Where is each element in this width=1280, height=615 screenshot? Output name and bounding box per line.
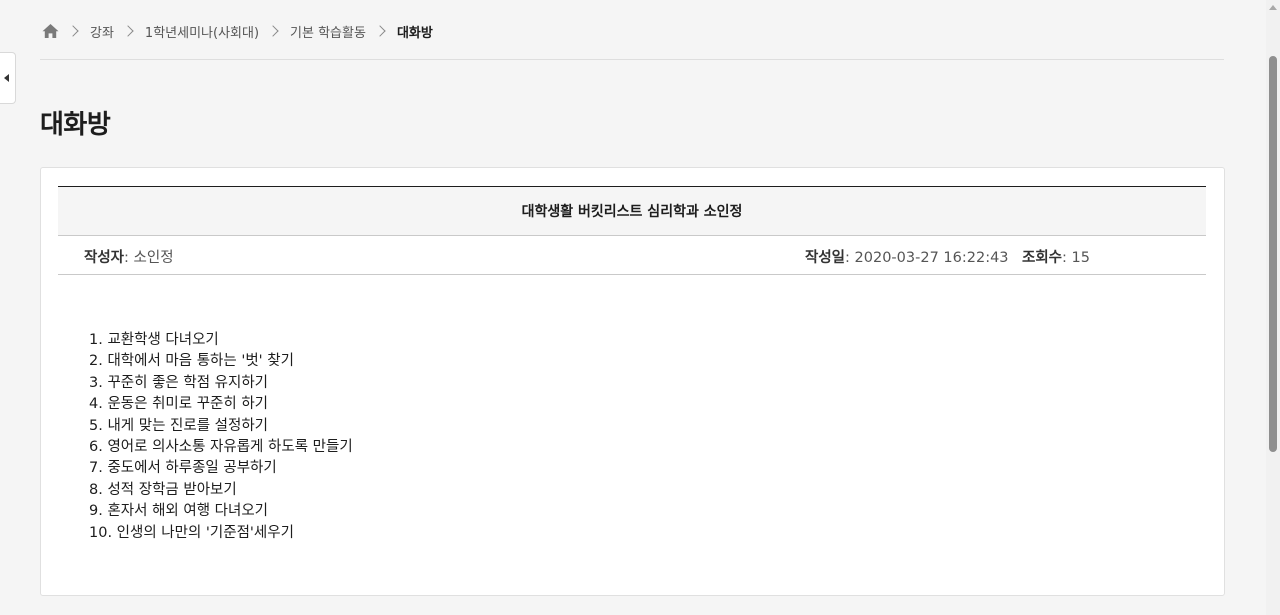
post-header: 대학생활 버킷리스트 심리학과 소인정	[58, 186, 1206, 236]
list-item: 9. 혼자서 해외 여행 다녀오기	[89, 503, 269, 520]
list-item: 4. 운동은 취미로 꾸준히 하기	[89, 396, 269, 413]
post-title: 대학생활 버킷리스트 심리학과 소인정	[521, 204, 743, 220]
chevron-right-icon	[122, 25, 134, 37]
breadcrumb-link-course[interactable]: 강좌	[90, 22, 114, 41]
chevron-left-icon	[4, 74, 9, 82]
post-body: 1. 교환학생 다녀오기 2. 대학에서 마음 통하는 '벗' 찾기 3. 꾸준…	[89, 330, 353, 544]
page: 강좌 1학년세미나(사회대) 기본 학습활동 대화방 대화방 대학생활 버킷리스…	[0, 0, 1280, 615]
chevron-right-icon	[67, 25, 79, 37]
vertical-scrollbar[interactable]	[1266, 0, 1280, 615]
list-item: 3. 꾸준히 좋은 학점 유지하기	[89, 374, 269, 391]
home-icon[interactable]	[42, 23, 59, 39]
header-divider	[40, 59, 1224, 60]
list-item: 5. 내게 맞는 진로를 설정하기	[89, 417, 269, 434]
post-card: 대학생활 버킷리스트 심리학과 소인정 작성자: 소인정 작성일: 2020-0…	[40, 167, 1225, 596]
date-value: 2020-03-27 16:22:43	[854, 250, 1009, 266]
author-label: 작성자	[84, 250, 125, 266]
list-item: 7. 중도에서 하루종일 공부하기	[89, 460, 277, 477]
date-label: 작성일	[805, 250, 846, 266]
list-item: 8. 성적 장학금 받아보기	[89, 481, 237, 498]
drawer-toggle-button[interactable]	[0, 52, 16, 104]
breadcrumb-link-activities[interactable]: 기본 학습활동	[290, 22, 366, 41]
chevron-right-icon	[267, 25, 279, 37]
list-item: 2. 대학에서 마음 통하는 '벗' 찾기	[89, 353, 294, 370]
page-title: 대화방	[40, 110, 111, 140]
post-meta: 작성자: 소인정 작성일: 2020-03-27 16:22:43 조회수: 1…	[58, 236, 1206, 275]
breadcrumb-link-seminar[interactable]: 1학년세미나(사회대)	[145, 22, 259, 41]
list-item: 10. 인생의 나만의 '기준점'세우기	[89, 524, 294, 541]
list-item: 1. 교환학생 다녀오기	[89, 332, 219, 348]
list-item: 6. 영어로 의사소통 자유롭게 하도록 만들기	[89, 439, 353, 456]
post-author: 작성자: 소인정	[84, 250, 174, 266]
scroll-up-arrow-icon[interactable]	[1269, 5, 1277, 10]
views-value: 15	[1071, 250, 1090, 266]
post-views: 조회수: 15	[1022, 250, 1090, 266]
breadcrumb: 강좌 1학년세미나(사회대) 기본 학습활동 대화방	[42, 20, 433, 42]
author-value: 소인정	[133, 250, 174, 266]
scrollbar-thumb[interactable]	[1269, 56, 1277, 452]
chevron-right-icon	[374, 25, 386, 37]
views-label: 조회수	[1022, 250, 1063, 266]
post-date: 작성일: 2020-03-27 16:22:43	[805, 250, 1009, 266]
breadcrumb-current: 대화방	[396, 25, 433, 41]
